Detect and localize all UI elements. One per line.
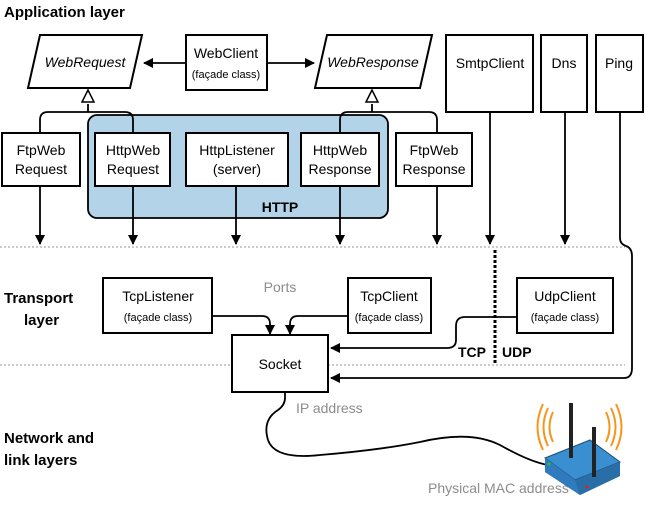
wireless-signal-icon <box>536 403 623 451</box>
svg-text:FtpWeb: FtpWeb <box>410 142 459 158</box>
svg-text:Response: Response <box>402 161 465 177</box>
network-layer-label-1: Network and <box>4 430 94 447</box>
http-web-request-box: HttpWeb Request <box>94 132 171 187</box>
svg-text:HttpWeb: HttpWeb <box>313 142 367 158</box>
http-group-label: HTTP <box>262 199 299 215</box>
svg-text:TcpClient: TcpClient <box>360 288 418 304</box>
ping-box: Ping <box>595 34 644 113</box>
svg-text:Ping: Ping <box>605 55 633 71</box>
tcp-client-to-socket-arrow <box>285 315 348 335</box>
svg-text:WebClient: WebClient <box>194 45 258 61</box>
http-web-response-box: HttpWeb Response <box>300 132 380 187</box>
ports-label: Ports <box>264 279 297 295</box>
web-response-box: WebResponse <box>313 34 434 89</box>
network-layer-label-2: link layers <box>4 452 77 469</box>
ftp-web-response-box: FtpWeb Response <box>395 132 473 187</box>
tcp-listener-box: TcpListener (façade class) <box>102 277 213 334</box>
dns-box: Dns <box>540 34 588 113</box>
udp-label: UDP <box>502 344 532 360</box>
svg-text:Request: Request <box>107 161 159 177</box>
transport-layer-label-2: layer <box>24 312 59 329</box>
udp-client-box: UdpClient (façade class) <box>516 277 614 334</box>
smtp-client-box: SmtpClient <box>445 34 534 113</box>
mac-address-label: Physical MAC address <box>428 480 569 496</box>
web-client-box: WebClient (façade class) <box>185 34 268 91</box>
svg-text:Socket: Socket <box>259 356 302 372</box>
svg-text:Response: Response <box>308 161 371 177</box>
ftp-web-request-box: FtpWeb Request <box>1 132 81 187</box>
socket-box: Socket <box>231 334 329 393</box>
svg-text:TcpListener: TcpListener <box>122 288 194 304</box>
web-request-box: WebRequest <box>26 34 144 89</box>
svg-text:HttpWeb: HttpWeb <box>106 142 160 158</box>
svg-text:UdpClient: UdpClient <box>534 288 596 304</box>
inheritance-triangle-icon <box>364 88 380 103</box>
tcp-listener-to-socket-arrow <box>212 315 275 335</box>
inheritance-triangle-icon <box>80 88 96 103</box>
tcp-label: TCP <box>458 344 486 360</box>
svg-text:SmtpClient: SmtpClient <box>456 55 525 71</box>
networking-diagram: Application layer Transport layer Networ… <box>0 4 644 496</box>
svg-text:(façade class): (façade class) <box>124 312 192 324</box>
svg-text:(façade class): (façade class) <box>355 312 423 324</box>
svg-text:(server): (server) <box>213 161 261 177</box>
ip-address-label: IP address <box>296 400 363 416</box>
svg-text:WebResponse: WebResponse <box>327 54 419 70</box>
svg-text:HttpListener: HttpListener <box>199 142 275 158</box>
svg-text:FtpWeb: FtpWeb <box>17 142 66 158</box>
svg-text:WebRequest: WebRequest <box>45 54 127 70</box>
transport-layer-label-1: Transport <box>4 290 73 307</box>
svg-text:(façade class): (façade class) <box>531 312 599 324</box>
tcp-client-box: TcpClient (façade class) <box>347 277 432 334</box>
application-layer-label: Application layer <box>4 4 125 21</box>
http-listener-box: HttpListener (server) <box>185 132 289 187</box>
svg-text:Dns: Dns <box>552 55 577 71</box>
svg-text:(façade class): (façade class) <box>192 69 260 81</box>
svg-text:Request: Request <box>15 161 67 177</box>
